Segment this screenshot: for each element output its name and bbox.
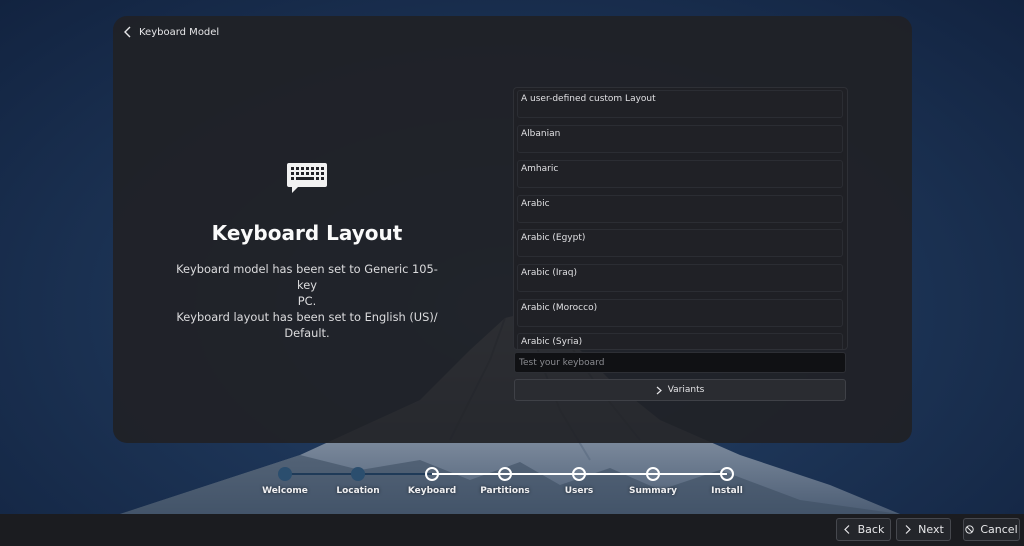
step-dot-keyboard [425, 467, 439, 481]
description-line: Default. [284, 326, 330, 340]
layout-item-custom[interactable]: A user-defined custom Layout [517, 90, 843, 118]
step-label-install: Install [711, 486, 743, 496]
step-label-keyboard: Keyboard [407, 486, 457, 496]
layout-item-albanian[interactable]: Albanian [517, 125, 843, 153]
step-dot-partitions [498, 467, 512, 481]
layout-item-label: Arabic (Morocco) [521, 303, 598, 313]
chevron-right-icon [656, 386, 662, 394]
layout-item-arabic-egypt[interactable]: Arabic (Egypt) [517, 229, 843, 257]
installer-panel: Keyboard Model Keyboard Layout Keyboard … [113, 16, 912, 443]
chevron-right-icon [905, 525, 912, 534]
next-button-label: Next [918, 523, 944, 536]
layout-item-amharic[interactable]: Amharic [517, 160, 843, 188]
chevron-left-icon [843, 525, 850, 534]
step-label-location: Location [336, 486, 380, 496]
next-button[interactable]: Next [896, 518, 951, 541]
step-label-partitions: Partitions [480, 486, 530, 496]
cancel-button[interactable]: Cancel [963, 518, 1020, 541]
chevron-left-icon [124, 26, 131, 38]
description-line: Keyboard model has been set to Generic 1… [176, 262, 438, 292]
layout-item-label: Arabic [521, 199, 550, 209]
layout-item-arabic-iraq[interactable]: Arabic (Iraq) [517, 264, 843, 292]
layout-item-arabic-syria[interactable]: Arabic (Syria) [517, 333, 843, 349]
description-line: PC. [297, 294, 317, 308]
step-dot-location [351, 467, 365, 481]
layout-item-arabic-morocco[interactable]: Arabic (Morocco) [517, 299, 843, 327]
keyboard-layout-list[interactable]: A user-defined custom Layout Albanian Am… [513, 87, 848, 350]
step-dot-summary [646, 467, 660, 481]
cancel-button-label: Cancel [980, 523, 1018, 536]
page-title: Keyboard Layout [211, 221, 403, 245]
variants-button-label: Variants [667, 385, 705, 395]
layout-item-label: Arabic (Syria) [521, 337, 583, 347]
keyboard-status-description: Keyboard model has been set to Generic 1… [168, 261, 446, 341]
layout-item-label: Albanian [521, 129, 561, 139]
step-dot-welcome [278, 467, 292, 481]
back-link-label: Keyboard Model [139, 26, 220, 38]
layout-item-arabic[interactable]: Arabic [517, 195, 843, 223]
keyboard-icon [287, 163, 327, 193]
variants-button[interactable]: Variants [514, 379, 846, 401]
layout-item-label: Arabic (Egypt) [521, 233, 586, 243]
cancel-icon [965, 525, 975, 534]
keyboard-model-back-link[interactable]: Keyboard Model [123, 24, 219, 40]
layout-item-label: Arabic (Iraq) [521, 268, 577, 278]
back-button-label: Back [857, 523, 885, 536]
step-label-welcome: Welcome [262, 486, 308, 496]
step-dot-users [572, 467, 586, 481]
test-keyboard-input[interactable] [514, 352, 846, 373]
step-label-summary: Summary [628, 486, 678, 496]
back-button[interactable]: Back [836, 518, 891, 541]
layout-item-label: A user-defined custom Layout [521, 94, 656, 104]
layout-item-label: Amharic [521, 164, 559, 174]
description-line: Keyboard layout has been set to English … [176, 310, 438, 324]
step-dot-install [720, 467, 734, 481]
step-label-users: Users [564, 486, 594, 496]
